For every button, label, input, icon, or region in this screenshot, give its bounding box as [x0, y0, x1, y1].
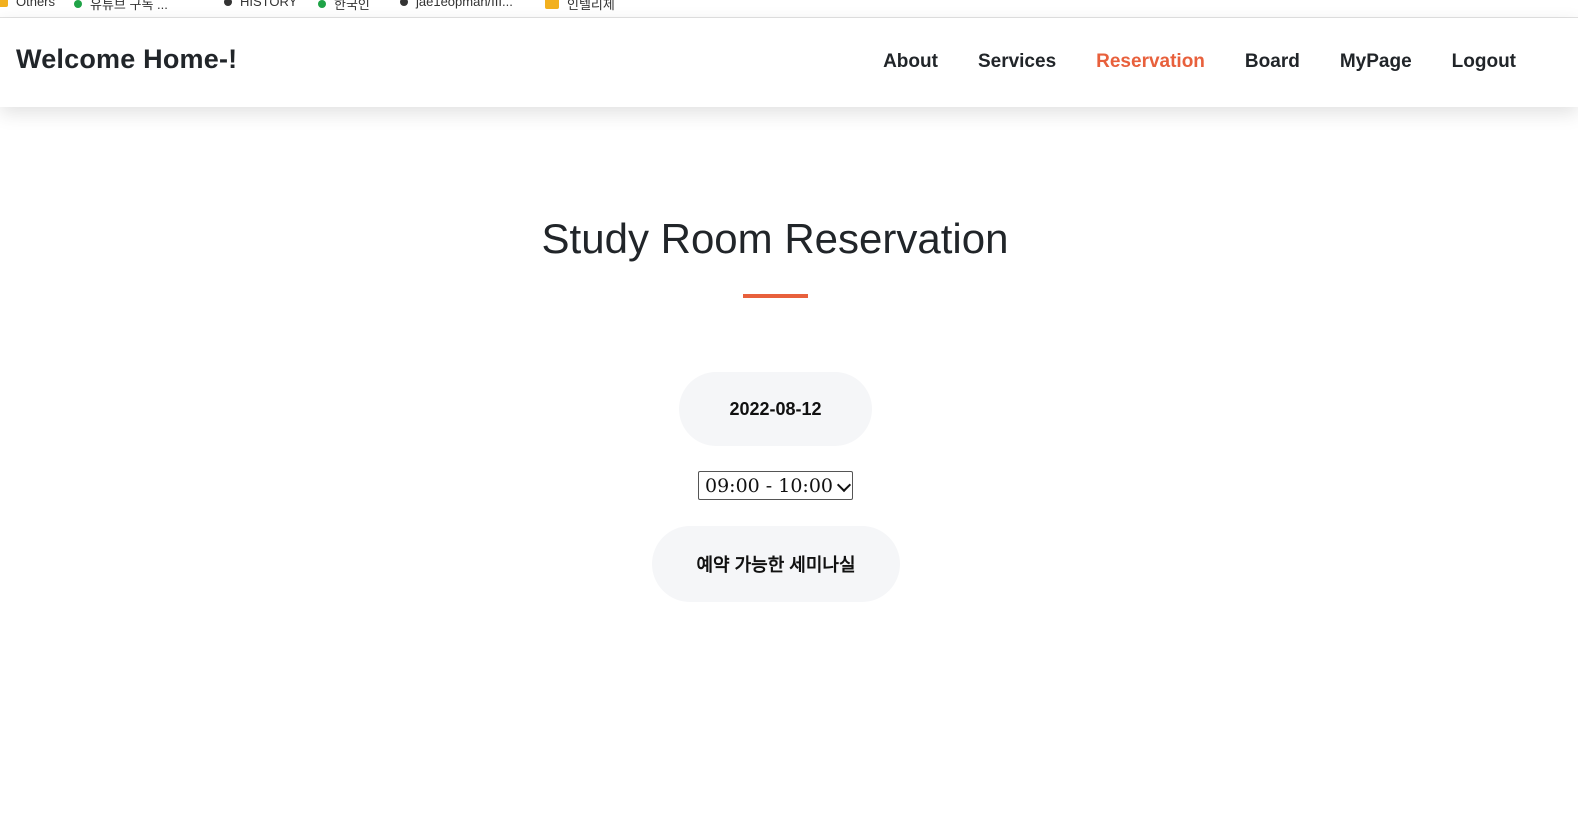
nav-reservation[interactable]: Reservation — [1096, 51, 1205, 73]
bookmark-label: 한국인 — [334, 0, 370, 12]
bookmark-youtube[interactable]: 유튜브 구독 ... — [74, 0, 168, 13]
chevron-down-icon — [836, 477, 852, 493]
bookmark-korean[interactable]: 한국인 — [318, 0, 370, 13]
bookmark-label: HISTORY — [240, 0, 298, 9]
reservation-section: Study Room Reservation 2022-08-12 09:00 … — [0, 107, 1578, 818]
nav-about[interactable]: About — [883, 51, 938, 73]
bookmark-label: Others — [16, 0, 56, 9]
bookmark-history[interactable]: HISTORY — [224, 0, 297, 9]
bookmark-label: 유튜브 구독 ... — [90, 0, 168, 12]
find-rooms-button[interactable]: 예약 가능한 세미나실 — [652, 526, 900, 602]
nav-services[interactable]: Services — [978, 51, 1056, 73]
date-value: 2022-08-12 — [729, 398, 822, 419]
nav-board[interactable]: Board — [1245, 51, 1300, 73]
time-slot-select[interactable]: 09:00 - 10:00 — [698, 471, 853, 500]
bookmark-label: jae1eopman/III... — [416, 0, 513, 9]
find-rooms-label: 예약 가능한 세미나실 — [696, 555, 856, 575]
folder-icon — [545, 0, 559, 9]
title-divider — [743, 294, 808, 298]
bookmarks-bar: Others 유튜브 구독 ... HISTORY 한국인 jae1eopman… — [0, 0, 1578, 18]
brand-logo[interactable]: Welcome Home-! — [16, 44, 237, 75]
bookmark-icon — [318, 0, 326, 8]
date-picker[interactable]: 2022-08-12 — [679, 372, 872, 446]
bookmark-github[interactable]: jae1eopman/III... — [400, 0, 513, 9]
nav-menu: About Services Reservation Board MyPage … — [883, 51, 1516, 73]
nav-logout[interactable]: Logout — [1452, 51, 1516, 73]
folder-icon — [0, 0, 8, 7]
bookmark-icon — [74, 0, 82, 8]
time-slot-value: 09:00 - 10:00 — [705, 474, 834, 497]
nav-mypage[interactable]: MyPage — [1340, 51, 1412, 73]
github-icon — [400, 0, 408, 6]
page-title: Study Room Reservation — [541, 215, 1009, 262]
bookmark-icon — [224, 0, 232, 6]
bookmark-others[interactable]: Others — [0, 0, 55, 9]
bookmark-intellij[interactable]: 인텔리제 — [545, 0, 615, 13]
top-navbar: Welcome Home-! About Services Reservatio… — [0, 18, 1578, 107]
bookmark-label: 인텔리제 — [567, 0, 615, 12]
